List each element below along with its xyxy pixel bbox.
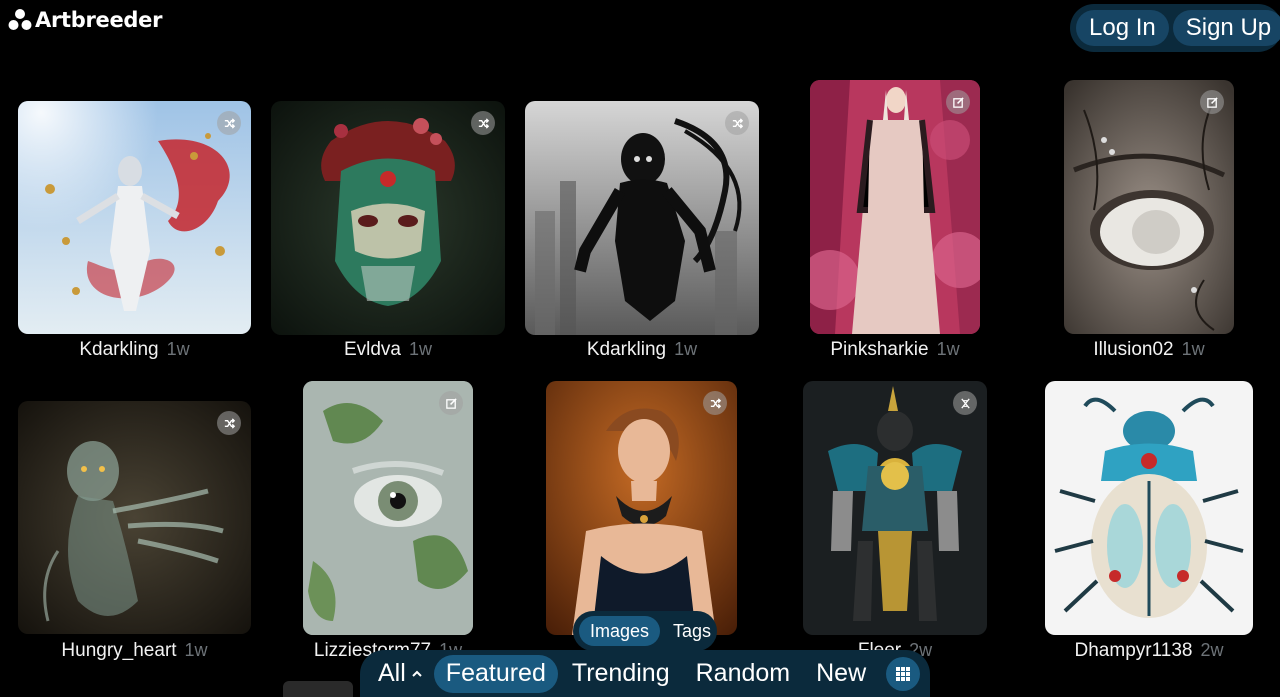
post-age: 1w <box>674 339 698 359</box>
edit-icon <box>445 397 457 409</box>
post-age: 1w <box>409 339 433 359</box>
signup-button[interactable]: Sign Up <box>1172 10 1280 46</box>
post-age: 2w <box>1200 640 1224 660</box>
artwork-image <box>1045 381 1253 635</box>
grid-view-button[interactable] <box>886 656 921 691</box>
artwork-image <box>803 381 987 635</box>
shuffle-icon <box>710 397 721 409</box>
artwork-image <box>1064 80 1234 334</box>
artwork-image <box>810 80 980 334</box>
image-card[interactable] <box>803 381 987 635</box>
badge-edit[interactable] <box>1200 90 1224 114</box>
badge-edit[interactable] <box>439 391 463 415</box>
author-link[interactable]: Hungry_heart <box>61 640 176 661</box>
image-card[interactable] <box>18 401 251 634</box>
badge-dna[interactable] <box>953 391 977 415</box>
random-tab[interactable]: Random <box>684 655 803 693</box>
card-caption: Illusion02 1w <box>1049 336 1249 362</box>
artwork-image <box>303 381 473 635</box>
author-link[interactable]: Kdarkling <box>79 339 158 360</box>
author-link[interactable]: Illusion02 <box>1093 339 1173 360</box>
image-card[interactable] <box>303 381 473 635</box>
card-caption: Dhampyr1138 2w <box>1049 637 1249 663</box>
image-card[interactable] <box>546 381 737 635</box>
image-card[interactable] <box>1064 80 1234 334</box>
badge-shuffle[interactable] <box>725 111 749 135</box>
images-tab[interactable]: Images <box>579 616 661 646</box>
dna-icon <box>960 397 970 409</box>
artwork-image <box>546 381 737 635</box>
author-link[interactable]: Dhampyr1138 <box>1075 640 1193 661</box>
card-caption: Hungry_heart 1w <box>18 637 251 663</box>
card-caption: Pinksharkie 1w <box>795 336 995 362</box>
new-tab[interactable]: New <box>804 655 878 693</box>
post-age: 1w <box>936 339 960 359</box>
image-card[interactable] <box>18 101 251 334</box>
featured-tab[interactable]: Featured <box>433 654 558 693</box>
badge-edit[interactable] <box>946 90 970 114</box>
artwork-image <box>18 401 251 634</box>
author-link[interactable]: Evldva <box>344 339 401 360</box>
edit-icon <box>952 96 964 108</box>
image-card[interactable] <box>271 101 505 335</box>
logo-text: Artbreeder <box>35 8 163 32</box>
badge-shuffle[interactable] <box>217 111 241 135</box>
post-age: 1w <box>1181 339 1205 359</box>
grid-icon <box>896 666 911 681</box>
filter-nav: All Featured Trending Random New <box>360 650 930 697</box>
all-label: All <box>378 659 406 687</box>
tags-tab[interactable]: Tags <box>662 616 722 646</box>
badge-shuffle[interactable] <box>703 391 727 415</box>
content-type-toggle: Images Tags <box>573 611 717 651</box>
post-age: 1w <box>184 640 208 660</box>
author-link[interactable]: Kdarkling <box>587 339 666 360</box>
logo-icon <box>8 9 32 30</box>
artwork-image <box>525 101 759 335</box>
author-link[interactable]: Pinksharkie <box>830 339 928 360</box>
auth-buttons: Log In Sign Up <box>1070 4 1280 52</box>
shuffle-icon <box>732 117 743 129</box>
login-button[interactable]: Log In <box>1076 10 1169 46</box>
card-caption: Kdarkling 1w <box>18 336 251 362</box>
shuffle-icon <box>224 117 235 129</box>
badge-shuffle[interactable] <box>471 111 495 135</box>
trending-tab[interactable]: Trending <box>560 655 682 693</box>
card-caption: Evldva 1w <box>271 336 505 362</box>
shuffle-icon <box>224 417 235 429</box>
artbreeder-logo[interactable]: Artbreeder <box>8 6 162 34</box>
badge-shuffle[interactable] <box>217 411 241 435</box>
image-card[interactable] <box>1045 381 1253 635</box>
edit-icon <box>1206 96 1218 108</box>
post-age: 1w <box>166 339 190 359</box>
image-card[interactable] <box>810 80 980 334</box>
shuffle-icon <box>478 117 489 129</box>
artwork-image <box>18 101 251 334</box>
next-row-image-peek <box>283 681 353 697</box>
chevron-up-icon <box>412 670 422 677</box>
artwork-image <box>271 101 505 335</box>
card-caption: Kdarkling 1w <box>525 336 759 362</box>
all-dropdown[interactable]: All <box>366 655 432 693</box>
image-card[interactable] <box>525 101 759 335</box>
